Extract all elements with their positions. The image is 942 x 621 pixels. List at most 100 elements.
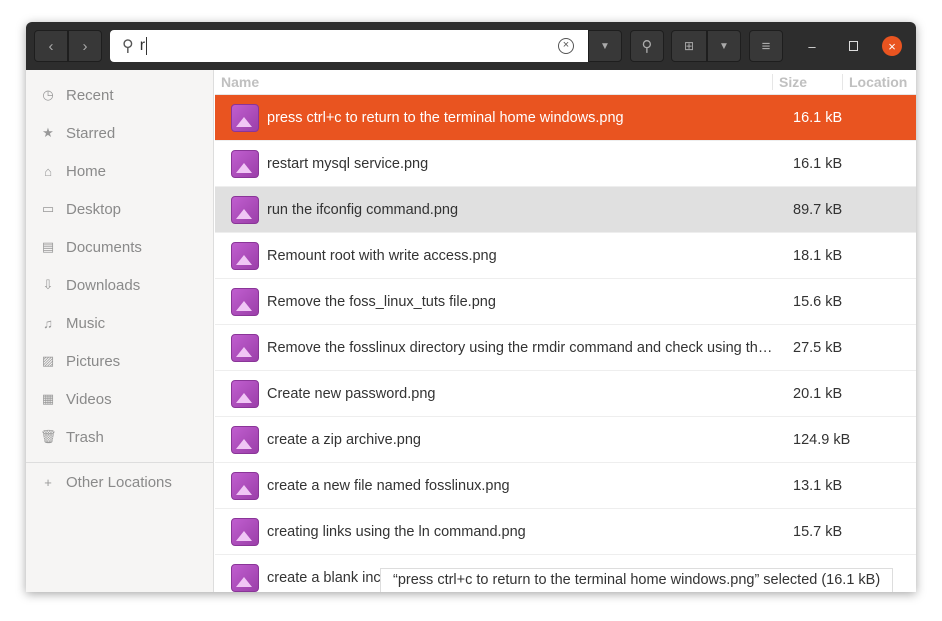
image-file-icon (231, 379, 259, 408)
header-bar: ‹ › ⚲ r × ▼ ⚲ ⊞ ▼ ≡ – × (26, 22, 916, 70)
file-name: create a zip archive.png (267, 431, 421, 448)
file-size: 124.9 kB (793, 431, 851, 448)
sidebar-item-label: Music (66, 314, 106, 332)
sidebar-item-label: Trash (66, 428, 104, 446)
document-icon: ▤ (41, 239, 55, 254)
file-name: create a new file named fosslinux.png (267, 477, 510, 494)
column-size[interactable]: Size (773, 74, 843, 90)
file-row[interactable]: restart mysql service.png 16.1 kB (215, 141, 916, 187)
file-row[interactable]: Remount root with write access.png 18.1 k… (215, 233, 916, 279)
sidebar-item-downloads[interactable]: ⇩ Downloads (26, 266, 213, 304)
file-size: 16.1 kB (793, 109, 843, 126)
column-name[interactable]: Name (215, 74, 773, 90)
sidebar-item-label: Home (66, 162, 107, 180)
forward-button[interactable]: › (68, 30, 102, 62)
image-file-icon (231, 563, 259, 592)
sidebar-item-pictures[interactable]: ▨ Pictures (26, 342, 213, 380)
file-row[interactable]: press ctrl+c to return to the terminal h… (215, 95, 916, 141)
sidebar-item-home[interactable]: ⌂ Home (26, 152, 213, 190)
back-button[interactable]: ‹ (34, 30, 68, 62)
sidebar-item-label: Videos (66, 390, 112, 408)
sidebar-item-starred[interactable]: ★ Starred (26, 114, 213, 152)
image-file-icon (231, 103, 259, 132)
file-manager-window: ‹ › ⚲ r × ▼ ⚲ ⊞ ▼ ≡ – × ◷ Recent ★ Starred ⌂… (26, 22, 916, 592)
file-size: 89.7 kB (793, 201, 843, 218)
trash-icon: 🗑 (40, 429, 57, 444)
chevron-right-icon: › (82, 37, 88, 55)
file-name: Remove the foss_linux_tuts file.png (267, 293, 496, 310)
close-icon: × (888, 38, 896, 54)
sidebar-item-label: Other Locations (66, 473, 172, 491)
close-button[interactable]: × (882, 36, 902, 56)
sidebar: ◷ Recent ★ Starred ⌂ Home ▭ Desktop ▤ Documents ⇩ D… (26, 70, 214, 592)
file-name: restart mysql service.png (267, 155, 429, 172)
file-row[interactable]: run the ifconfig command.png 89.7 kB (215, 187, 916, 233)
chevron-down-icon: ▼ (600, 40, 610, 52)
sidebar-item-trash[interactable]: 🗑 Trash (26, 418, 213, 456)
image-file-icon (231, 425, 259, 454)
file-row[interactable]: create a zip archive.png 124.9 kB (215, 417, 916, 463)
file-name: Create new password.png (267, 385, 436, 402)
search-icon: ⚲ (122, 38, 134, 55)
image-file-icon (231, 195, 259, 224)
column-location[interactable]: Location (843, 74, 907, 90)
file-name: creating links using the ln command.png (267, 523, 526, 540)
file-name: press ctrl+c to return to the terminal h… (267, 109, 624, 126)
sidebar-item-videos[interactable]: ▦ Videos (26, 380, 213, 418)
column-header: Name Size Location (215, 70, 916, 95)
hamburger-icon: ≡ (761, 37, 771, 55)
music-icon: ♫ (43, 315, 53, 331)
file-size: 15.7 kB (793, 523, 843, 540)
sidebar-item-label: Recent (66, 86, 114, 104)
clock-icon: ◷ (42, 87, 54, 102)
search-toggle-button[interactable]: ⚲ (630, 30, 664, 62)
clear-icon[interactable]: × (558, 38, 574, 54)
maximize-button[interactable] (843, 36, 863, 56)
file-list: Name Size Location press ctrl+c to retur… (215, 70, 916, 592)
sidebar-item-recent[interactable]: ◷ Recent (26, 76, 213, 114)
file-row[interactable]: Remove the foss_linux_tuts file.png 15.6 … (215, 279, 916, 325)
chevron-down-icon: ▼ (719, 40, 729, 52)
file-size: 20.1 kB (793, 385, 843, 402)
sidebar-item-label: Desktop (66, 200, 122, 218)
sidebar-item-desktop[interactable]: ▭ Desktop (26, 190, 213, 228)
grid-view-button[interactable]: ⊞ (671, 30, 707, 62)
sidebar-item-documents[interactable]: ▤ Documents (26, 228, 213, 266)
picture-icon: ▨ (41, 353, 55, 368)
minimize-icon: – (808, 38, 816, 54)
maximize-icon (848, 41, 858, 51)
file-row[interactable]: creating links using the ln command.png 1… (215, 509, 916, 555)
desktop-icon: ▭ (41, 201, 55, 216)
file-size: 15.6 kB (793, 293, 843, 310)
file-name: run the ifconfig command.png (267, 201, 459, 218)
file-size: 13.1 kB (793, 477, 843, 494)
home-icon: ⌂ (44, 163, 52, 179)
status-overlay: “press ctrl+c to return to the terminal … (380, 568, 894, 592)
image-file-icon (231, 471, 259, 500)
image-file-icon (231, 517, 259, 546)
search-input[interactable]: ⚲ r × (110, 30, 588, 62)
file-row[interactable]: Remove the fosslinux directory using the… (215, 325, 916, 371)
file-row[interactable]: Create new password.png 20.1 kB (215, 371, 916, 417)
image-file-icon (231, 333, 259, 362)
menu-button[interactable]: ≡ (749, 30, 783, 62)
search-options-dropdown[interactable]: ▼ (588, 30, 622, 62)
sidebar-item-music[interactable]: ♫ Music (26, 304, 213, 342)
image-file-icon (231, 287, 259, 316)
chevron-left-icon: ‹ (48, 37, 54, 55)
file-row[interactable]: create a new file named fosslinux.png 13.… (215, 463, 916, 509)
plus-icon: + (44, 474, 52, 490)
sidebar-item-other-locations[interactable]: + Other Locations (26, 463, 213, 501)
file-size: 18.1 kB (793, 247, 843, 264)
download-icon: ⇩ (42, 277, 54, 292)
search-text: r (139, 37, 146, 54)
file-name: Remove the fosslinux directory using the… (267, 339, 779, 356)
minimize-button[interactable]: – (802, 36, 822, 56)
grid-icon: ⊞ (683, 39, 695, 53)
sidebar-item-label: Pictures (66, 352, 121, 370)
file-name: Remount root with write access.png (267, 247, 497, 264)
sidebar-item-label: Documents (66, 238, 142, 256)
search-icon: ⚲ (641, 38, 653, 55)
sidebar-item-label: Starred (66, 124, 116, 142)
view-options-dropdown[interactable]: ▼ (707, 30, 741, 62)
